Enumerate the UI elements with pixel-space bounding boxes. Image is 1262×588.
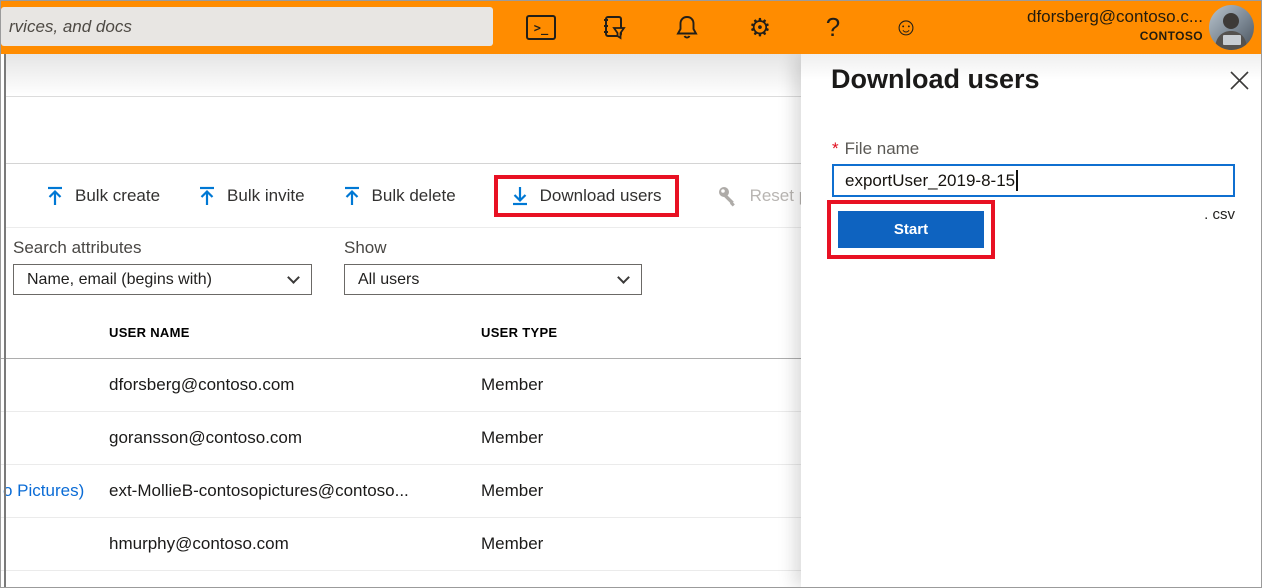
start-button[interactable]: Start [838, 211, 984, 248]
csv-extension-label: . csv [1204, 206, 1235, 223]
account-tenant: CONTOSO [1027, 29, 1203, 43]
topbar-icons: >_ ⚙ ? [525, 1, 922, 54]
download-icon [511, 186, 529, 206]
upload-icon [46, 186, 64, 206]
bulk-delete-button[interactable]: Bulk delete [343, 186, 456, 206]
avatar[interactable] [1209, 5, 1254, 50]
content-left-border [4, 54, 6, 587]
upload-icon [198, 186, 216, 206]
bulk-create-button[interactable]: Bulk create [46, 186, 160, 206]
help-icon[interactable]: ? [817, 12, 849, 44]
settings-gear-icon[interactable]: ⚙ [744, 12, 776, 44]
cloud-shell-icon[interactable]: >_ [525, 12, 557, 44]
show-dropdown[interactable]: All users [344, 264, 642, 295]
display-name-link[interactable]: o Pictures) [3, 481, 84, 501]
search-attributes-group: Search attributes Name, email (begins wi… [13, 238, 312, 295]
show-group: Show All users [344, 238, 642, 295]
file-name-input[interactable]: exportUser_2019-8-15 [832, 164, 1235, 197]
highlight-box-download-users: Download users [494, 175, 679, 217]
bulk-invite-button[interactable]: Bulk invite [198, 186, 304, 206]
global-search-input[interactable]: rvices, and docs [1, 7, 493, 46]
chevron-down-icon [287, 271, 300, 284]
filters-row: Search attributes Name, email (begins wi… [13, 238, 642, 295]
download-users-panel: Download users *File name exportUser_201… [801, 54, 1262, 587]
search-placeholder: rvices, and docs [9, 17, 132, 37]
panel-title: Download users [831, 64, 1040, 95]
account-menu[interactable]: dforsberg@contoso.c... CONTOSO [1027, 7, 1203, 43]
column-header-user-name: USER NAME [109, 325, 190, 340]
search-attributes-label: Search attributes [13, 238, 312, 258]
highlight-box-start: Start [827, 200, 995, 259]
file-name-label: *File name [832, 139, 919, 159]
key-icon [717, 185, 739, 207]
person-photo-icon [1209, 5, 1254, 50]
account-email: dforsberg@contoso.c... [1027, 7, 1203, 27]
column-header-user-type: USER TYPE [481, 325, 557, 340]
text-caret [1016, 170, 1018, 191]
feedback-smiley-icon[interactable]: ☺ [890, 12, 922, 44]
download-users-button[interactable]: Download users [511, 186, 662, 206]
top-bar: rvices, and docs >_ [1, 1, 1261, 54]
required-marker: * [832, 139, 839, 158]
directory-filter-icon[interactable] [598, 12, 630, 44]
upload-icon [343, 186, 361, 206]
notifications-bell-icon[interactable] [671, 12, 703, 44]
file-name-value: exportUser_2019-8-15 [845, 171, 1015, 191]
close-icon[interactable] [1226, 67, 1252, 93]
screen: rvices, and docs >_ [0, 0, 1262, 588]
show-label: Show [344, 238, 642, 258]
search-attributes-dropdown[interactable]: Name, email (begins with) [13, 264, 312, 295]
chevron-down-icon [617, 271, 630, 284]
